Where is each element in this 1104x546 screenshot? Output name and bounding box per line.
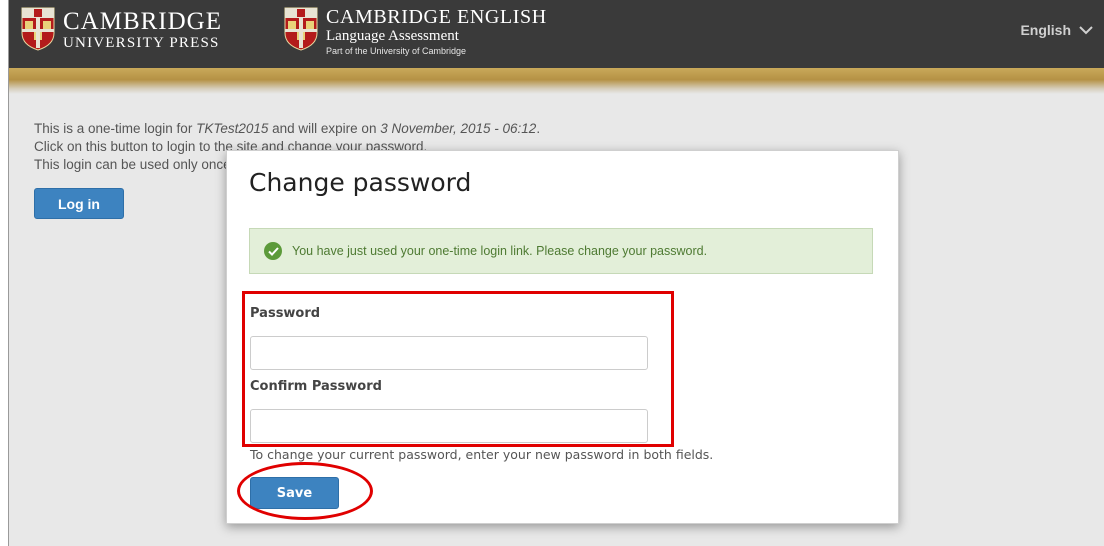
header-gold-band	[9, 68, 1104, 94]
login-username: TKTest2015	[196, 121, 269, 136]
site-header: CAMBRIDGE UNIVERSITY PRESS CAMBRIDGE ENG…	[9, 0, 1104, 68]
ce-name: CAMBRIDGE ENGLISH	[326, 6, 547, 28]
browser-frame: CAMBRIDGE UNIVERSITY PRESS CAMBRIDGE ENG…	[8, 0, 1104, 546]
language-selector[interactable]: English	[1020, 22, 1093, 38]
ce-subname: Language Assessment	[326, 28, 459, 44]
login-info-prefix: This is a one-time login for	[34, 121, 197, 136]
password-help-text: To change your current password, enter y…	[250, 447, 714, 462]
language-label: English	[1020, 22, 1071, 38]
log-in-button[interactable]: Log in	[34, 188, 124, 219]
ce-tagline: Part of the University of Cambridge	[326, 46, 467, 56]
dialog-title: Change password	[249, 168, 472, 197]
annotation-highlight-rectangle	[242, 291, 674, 447]
chevron-down-icon	[1079, 26, 1093, 35]
login-expiry-date: 3 November, 2015 - 06:12	[380, 121, 537, 136]
cambridge-shield-icon	[284, 7, 318, 51]
cambridge-english-logo[interactable]: CAMBRIDGE ENGLISH Language Assessment Pa…	[284, 7, 547, 56]
cambridge-shield-icon	[21, 7, 55, 51]
login-info-suffix: .	[536, 121, 541, 136]
check-circle-icon	[264, 242, 282, 260]
cup-subname: UNIVERSITY PRESS	[63, 35, 220, 51]
login-info-line-1: This is a one-time login for TKTest2015 …	[34, 120, 540, 138]
annotation-highlight-ellipse	[237, 462, 373, 520]
success-alert: You have just used your one-time login l…	[249, 228, 873, 274]
alert-message: You have just used your one-time login l…	[292, 244, 708, 258]
cup-name: CAMBRIDGE	[63, 8, 223, 35]
cambridge-university-press-logo[interactable]: CAMBRIDGE UNIVERSITY PRESS	[21, 7, 222, 51]
login-info-mid: and will expire on	[268, 121, 381, 136]
